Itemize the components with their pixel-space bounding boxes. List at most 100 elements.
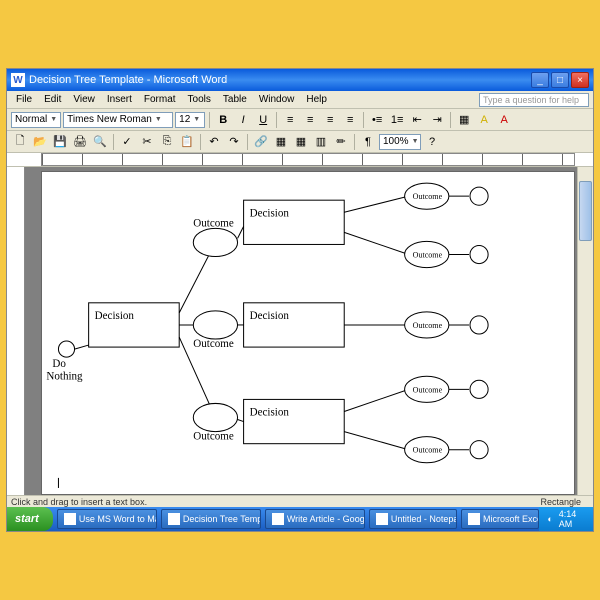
menu-bar: File Edit View Insert Format Tools Table… [7,91,593,109]
start-button[interactable]: start [7,507,53,531]
status-hint: Click and drag to insert a text box. [11,497,532,507]
svg-text:Decision: Decision [250,310,290,322]
formatting-toolbar: Normal▼ Times New Roman▼ 12▼ B I U ≡ ≡ ≡… [7,109,593,131]
menu-table[interactable]: Table [218,93,252,106]
terminal-node [470,316,488,334]
svg-text:Outcome: Outcome [193,338,234,350]
align-center-button[interactable]: ≡ [301,111,319,129]
paste-button[interactable]: 📋 [178,133,196,151]
print-preview-button[interactable]: 🔍 [91,133,109,151]
tray-clock: 4:14 AM [559,509,585,529]
underline-button[interactable]: U [254,111,272,129]
open-button[interactable]: 📂 [31,133,49,151]
bullets-button[interactable]: •≡ [368,111,386,129]
taskbar-item[interactable]: Microsoft Excel [461,509,539,529]
cut-button[interactable]: ✂ [138,133,156,151]
standard-toolbar: 🗋 📂 💾 🖨 🔍 ✓ ✂ ⎘ 📋 ↶ ↷ 🔗 ▦ ▦ ▥ ✏ ¶ 100%▼ … [7,131,593,153]
zoom-select[interactable]: 100%▼ [379,134,421,150]
menu-help[interactable]: Help [301,93,332,106]
maximize-button[interactable]: □ [551,72,569,88]
menu-tools[interactable]: Tools [183,93,216,106]
system-tray[interactable]: ◐ 4:14 AM [539,507,593,531]
terminal-node [58,341,74,357]
taskbar-item[interactable]: Use MS Word to Mak... [57,509,157,529]
new-doc-button[interactable]: 🗋 [11,133,29,151]
document-page[interactable]: Decision Do Nothing Outcome Outcome Outc… [41,171,575,495]
decrease-indent-button[interactable]: ⇤ [408,111,426,129]
copy-button[interactable]: ⎘ [158,133,176,151]
scroll-thumb[interactable] [579,181,592,241]
app-icon [168,513,180,525]
vertical-scrollbar[interactable] [577,167,593,495]
decision-label: Decision [95,310,135,322]
svg-text:Decision: Decision [250,207,290,219]
spellcheck-button[interactable]: ✓ [118,133,136,151]
outcome-node [193,403,237,431]
menu-view[interactable]: View [68,93,100,106]
justify-button[interactable]: ≡ [341,111,359,129]
windows-taskbar: start Use MS Word to Mak... Decision Tre… [7,507,593,531]
svg-text:Outcome: Outcome [413,385,443,394]
show-paragraph-button[interactable]: ¶ [359,133,377,151]
svg-text:Decision: Decision [250,407,290,419]
align-right-button[interactable]: ≡ [321,111,339,129]
columns-button[interactable]: ▥ [312,133,330,151]
word-app-icon: W [11,73,25,87]
svg-text:Outcome: Outcome [413,321,443,330]
app-icon [376,513,388,525]
menu-format[interactable]: Format [139,93,181,106]
save-button[interactable]: 💾 [51,133,69,151]
tray-icon[interactable]: ◐ [547,514,552,524]
help-button[interactable]: ? [423,133,441,151]
help-search-input[interactable]: Type a question for help [479,93,589,107]
outcome-node [193,228,237,256]
taskbar-item[interactable]: Decision Tree Templ... [161,509,261,529]
decision-tree-diagram: Decision Do Nothing Outcome Outcome Outc… [42,172,574,494]
tables-button[interactable]: ▦ [272,133,290,151]
close-button[interactable]: × [571,72,589,88]
svg-text:Outcome: Outcome [413,192,443,201]
svg-text:Outcome: Outcome [193,217,234,229]
menu-insert[interactable]: Insert [102,93,137,106]
align-left-button[interactable]: ≡ [281,111,299,129]
document-area: Decision Do Nothing Outcome Outcome Outc… [7,167,593,495]
outcome-node [193,311,237,339]
svg-text:Outcome: Outcome [413,446,443,455]
window-title: Decision Tree Template - Microsoft Word [29,74,531,86]
menu-window[interactable]: Window [254,93,300,106]
font-size-select[interactable]: 12▼ [175,112,205,128]
numbering-button[interactable]: 1≡ [388,111,406,129]
menu-file[interactable]: File [11,93,37,106]
vertical-ruler[interactable] [7,167,25,495]
terminal-node [470,187,488,205]
borders-button[interactable]: ▦ [455,111,473,129]
font-color-button[interactable]: A [495,111,513,129]
bold-button[interactable]: B [214,111,232,129]
highlight-button[interactable]: A [475,111,493,129]
title-bar: W Decision Tree Template - Microsoft Wor… [7,69,593,91]
drawing-button[interactable]: ✏ [332,133,350,151]
italic-button[interactable]: I [234,111,252,129]
style-select[interactable]: Normal▼ [11,112,61,128]
font-select[interactable]: Times New Roman▼ [63,112,173,128]
hyperlink-button[interactable]: 🔗 [252,133,270,151]
taskbar-item[interactable]: Write Article - Googl... [265,509,365,529]
terminal-node [470,380,488,398]
svg-text:Outcome: Outcome [413,251,443,260]
print-button[interactable]: 🖨 [71,133,89,151]
taskbar-item[interactable]: Untitled - Notepad [369,509,457,529]
app-icon [64,513,76,525]
svg-text:Nothing: Nothing [46,370,83,382]
terminal-node [470,245,488,263]
minimize-button[interactable]: _ [531,72,549,88]
redo-button[interactable]: ↷ [225,133,243,151]
menu-edit[interactable]: Edit [39,93,66,106]
increase-indent-button[interactable]: ⇥ [428,111,446,129]
app-window: W Decision Tree Template - Microsoft Wor… [6,68,594,532]
svg-text:Outcome: Outcome [193,431,234,443]
status-shape: Rectangle [532,497,589,507]
undo-button[interactable]: ↶ [205,133,223,151]
horizontal-ruler[interactable] [7,153,593,167]
insert-table-button[interactable]: ▦ [292,133,310,151]
status-bar: Click and drag to insert a text box. Rec… [7,495,593,507]
